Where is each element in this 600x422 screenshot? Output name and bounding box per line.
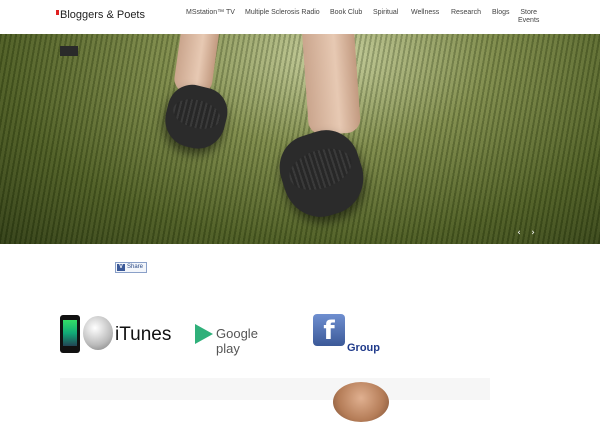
google-play-label: Google play	[216, 326, 258, 356]
nav-item-book-club[interactable]: Book Club	[330, 9, 362, 16]
apple-icon	[83, 316, 113, 350]
chevron-left-icon[interactable]: ‹	[514, 228, 524, 238]
facebook-group-badge[interactable]: f Group	[311, 312, 391, 356]
nav-item-msstation-tv[interactable]: MSstation™ TV	[186, 9, 235, 16]
google-play-badge[interactable]: Google play	[195, 312, 285, 356]
right-shoe	[270, 121, 374, 227]
slide-label	[60, 46, 78, 56]
itunes-label: iTunes	[115, 324, 172, 345]
logo-text: Bloggers & Poets	[60, 9, 145, 21]
nav-item-ms-radio[interactable]: Multiple Sclerosis Radio	[245, 9, 320, 16]
nav-item-research[interactable]: Research	[451, 9, 481, 16]
itunes-badge[interactable]: iTunes	[60, 312, 172, 356]
nav-item-blogs[interactable]: Blogs	[492, 9, 510, 16]
nav-item-events[interactable]: Events	[518, 17, 539, 25]
nav-item-store[interactable]: Store	[518, 9, 539, 17]
phone-icon	[60, 315, 80, 353]
play-icon	[195, 324, 213, 344]
site-header: Bloggers & Poets MSstation™ TV Multiple …	[0, 0, 600, 34]
left-shoe	[159, 79, 233, 155]
share-button[interactable]: V Share	[115, 262, 148, 273]
right-leg	[300, 34, 362, 136]
nav-item-wellness[interactable]: Wellness	[411, 9, 439, 16]
avatar	[333, 382, 389, 422]
hero-slider[interactable]: ‹ ›	[0, 34, 600, 244]
chevron-right-icon[interactable]: ›	[528, 228, 538, 238]
content-band	[60, 378, 490, 400]
nav-item-spiritual[interactable]: Spiritual	[373, 9, 398, 16]
share-label: Share	[127, 264, 144, 270]
facebook-icon: f	[313, 314, 345, 346]
nav-item-store-events: Store Events	[518, 9, 539, 25]
facebook-group-label: Group	[347, 342, 380, 354]
share-icon: V	[117, 264, 125, 271]
logo-mark	[56, 10, 59, 15]
